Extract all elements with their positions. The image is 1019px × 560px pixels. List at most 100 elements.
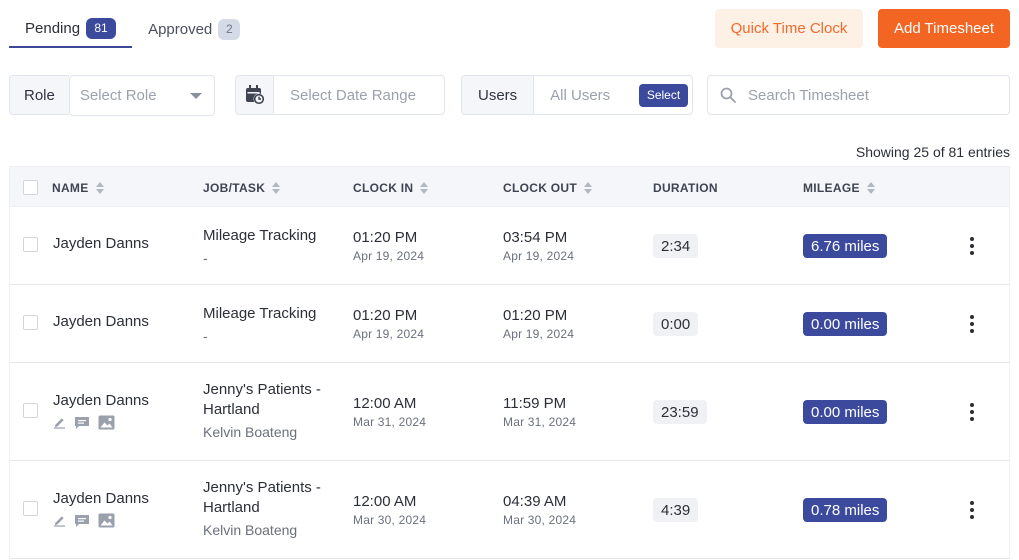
employee-name[interactable]: Jayden Danns [53, 392, 149, 409]
column-label: JOB/TASK [203, 180, 266, 195]
sort-icon [866, 181, 875, 194]
task-name-cont: Hartland [203, 499, 260, 516]
column-duration: DURATION [653, 167, 718, 208]
status-tabs: Pending 81 Approved 2 [9, 10, 256, 49]
table-header: NAME JOB/TASK CLOCK IN CLOCK OUT DURATIO… [9, 166, 1010, 207]
row-checkbox[interactable] [23, 403, 38, 418]
search-input[interactable]: Search Timesheet [707, 75, 1010, 115]
column-label: DURATION [653, 180, 718, 195]
calendar-clock-icon[interactable] [235, 75, 273, 115]
clock-in-date: Mar 30, 2024 [353, 513, 427, 527]
tab-pending[interactable]: Pending 81 [9, 10, 133, 48]
sort-icon [420, 181, 429, 194]
clock-in: 12:00 AM Mar 30, 2024 [353, 493, 426, 527]
employee-name[interactable]: Jayden Danns [53, 235, 149, 252]
users-value: All Users [550, 86, 611, 104]
duration-badge: 0:00 [653, 312, 699, 336]
employee-name[interactable]: Jayden Danns [53, 313, 149, 330]
more-options-icon[interactable] [967, 501, 977, 519]
duration-badge: 4:39 [653, 498, 699, 522]
column-label: NAME [52, 180, 89, 195]
users-select[interactable]: All Users Select [533, 75, 694, 115]
clock-out-date: Apr 19, 2024 [503, 249, 575, 263]
more-options-icon[interactable] [967, 237, 977, 255]
column-clock-out[interactable]: CLOCK OUT [503, 167, 593, 208]
edit-icon[interactable] [53, 514, 66, 527]
clock-in-time: 01:20 PM [353, 307, 418, 324]
table-row[interactable]: Jayden Danns Jenny's Patients - Hartland… [9, 461, 1010, 559]
image-icon[interactable] [98, 513, 115, 528]
column-mileage[interactable]: MILEAGE [803, 167, 875, 208]
tab-label: Approved [148, 20, 213, 38]
users-filter: Users All Users Select [461, 75, 694, 115]
more-options-icon[interactable] [967, 315, 977, 333]
image-icon[interactable] [98, 415, 115, 430]
mileage-badge[interactable]: 0.00 miles [803, 400, 888, 424]
duration-badge: 2:34 [653, 234, 699, 258]
job-task: Jenny's Patients - Hartland Kelvin Boate… [203, 380, 333, 440]
clock-in-time: 12:00 AM [353, 493, 417, 510]
row-checkbox[interactable] [23, 501, 38, 516]
timesheet-table: NAME JOB/TASK CLOCK IN CLOCK OUT DURATIO… [9, 166, 1010, 559]
duration-badge: 23:59 [653, 400, 707, 424]
clock-out-date: Apr 19, 2024 [503, 327, 575, 341]
employee-name[interactable]: Jayden Danns [53, 490, 149, 507]
employee-cell: Jayden Danns [53, 392, 149, 430]
comment-icon[interactable] [74, 514, 90, 528]
job-task: Mileage Tracking - [203, 304, 333, 344]
clock-out-time: 01:20 PM [503, 307, 568, 324]
date-range-filter: Select Date Range [235, 75, 445, 115]
task-name-cont: Hartland [203, 401, 260, 418]
task-name: Mileage Tracking [203, 305, 317, 322]
mileage-badge[interactable]: 0.00 miles [803, 312, 888, 336]
clock-out-time: 11:59 PM [503, 395, 567, 412]
job-task: Mileage Tracking - [203, 226, 333, 266]
sort-icon [272, 181, 281, 194]
users-select-button[interactable]: Select [638, 83, 689, 107]
select-all-checkbox[interactable] [23, 180, 38, 195]
clock-in: 01:20 PM Apr 19, 2024 [353, 307, 424, 341]
clock-out: 03:54 PM Apr 19, 2024 [503, 229, 574, 263]
column-name[interactable]: NAME [52, 167, 104, 208]
entries-count: Showing 25 of 81 entries [855, 144, 1010, 160]
role-placeholder: Select Role [79, 87, 157, 104]
task-name: Jenny's Patients - [203, 479, 321, 496]
quick-time-clock-button[interactable]: Quick Time Clock [715, 9, 863, 48]
job-task: Jenny's Patients - Hartland Kelvin Boate… [203, 478, 333, 538]
task-sub: - [203, 328, 208, 344]
table-row[interactable]: Jayden Danns Mileage Tracking - 01:20 PM… [9, 207, 1010, 285]
table-row[interactable]: Jayden Danns Mileage Tracking - 01:20 PM… [9, 285, 1010, 363]
role-filter: Role Select Role [9, 75, 215, 116]
add-timesheet-button[interactable]: Add Timesheet [878, 9, 1010, 48]
search-placeholder: Search Timesheet [748, 86, 869, 104]
clock-in-date: Apr 19, 2024 [353, 249, 425, 263]
task-sub: Kelvin Boateng [203, 424, 298, 440]
clock-in-date: Mar 31, 2024 [353, 415, 427, 429]
date-range-input[interactable]: Select Date Range [273, 75, 445, 115]
table-row[interactable]: Jayden Danns Jenny's Patients - Hartland… [9, 363, 1010, 461]
mileage-badge[interactable]: 6.76 miles [803, 234, 888, 258]
comment-icon[interactable] [74, 416, 90, 430]
column-label: CLOCK IN [353, 180, 414, 195]
edit-icon[interactable] [53, 416, 66, 429]
more-options-icon[interactable] [967, 403, 977, 421]
clock-in-time: 12:00 AM [353, 395, 417, 412]
column-label: MILEAGE [803, 180, 860, 195]
column-clock-in[interactable]: CLOCK IN [353, 167, 429, 208]
role-select[interactable]: Select Role [68, 75, 215, 116]
tab-approved[interactable]: Approved 2 [132, 10, 256, 48]
clock-out: 04:39 AM Mar 30, 2024 [503, 493, 576, 527]
employee-cell: Jayden Danns [53, 490, 149, 528]
count-badge: 2 [218, 18, 241, 40]
task-name: Jenny's Patients - [203, 381, 321, 398]
column-job-task[interactable]: JOB/TASK [203, 167, 281, 208]
task-name: Mileage Tracking [203, 227, 317, 244]
row-checkbox[interactable] [23, 315, 38, 330]
column-label: CLOCK OUT [503, 180, 578, 195]
mileage-badge[interactable]: 0.78 miles [803, 498, 888, 522]
row-checkbox[interactable] [23, 237, 38, 252]
task-sub: - [203, 250, 208, 266]
role-label: Role [9, 75, 69, 115]
clock-out-date: Mar 31, 2024 [503, 415, 577, 429]
clock-in: 12:00 AM Mar 31, 2024 [353, 395, 426, 429]
